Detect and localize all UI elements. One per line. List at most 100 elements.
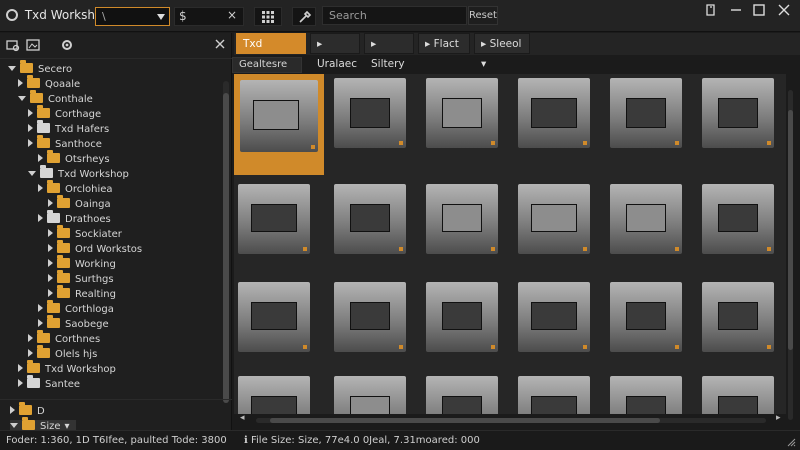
tree-item[interactable]: Conthale: [18, 90, 93, 108]
tree-item[interactable]: Secero: [8, 60, 72, 78]
resize-grip-icon[interactable]: [786, 437, 796, 447]
texture-thumbnail[interactable]: [330, 180, 410, 257]
texture-thumbnail[interactable]: [234, 278, 314, 355]
path-combo[interactable]: \: [95, 7, 170, 26]
expand-icon[interactable]: [18, 379, 23, 387]
texture-thumbnail[interactable]: [698, 74, 778, 151]
gear-icon[interactable]: [60, 38, 74, 52]
collapse-icon[interactable]: [18, 96, 26, 101]
model-shape: [718, 396, 758, 414]
tree-item[interactable]: Orclohiea: [38, 180, 113, 198]
tab-txd-workshop[interactable]: Txd Workshop: [236, 33, 306, 70]
texture-thumbnail[interactable]: [234, 180, 314, 257]
texture-thumbnail[interactable]: [606, 278, 686, 355]
tree-scrollbar-thumb[interactable]: [223, 93, 229, 403]
collapse-icon[interactable]: [28, 171, 36, 176]
scroll-right-icon[interactable]: ▸: [776, 413, 781, 423]
expand-icon[interactable]: [48, 244, 53, 252]
grid-hscroll-thumb[interactable]: [270, 418, 660, 423]
texture-thumbnail[interactable]: [698, 180, 778, 257]
texture-thumbnail[interactable]: [234, 74, 324, 175]
tree-item[interactable]: Qoaale: [18, 75, 80, 93]
scroll-left-icon[interactable]: ◂: [240, 413, 245, 423]
panel-close-icon[interactable]: [214, 38, 228, 52]
texture-thumbnail[interactable]: [514, 180, 594, 257]
minimize-icon[interactable]: [729, 3, 743, 17]
expand-icon[interactable]: [48, 199, 53, 207]
texture-thumbnail[interactable]: [698, 372, 778, 414]
tab-sleeol[interactable]: ▸ Sleeol ▾: [474, 33, 530, 70]
texture-thumbnail[interactable]: [514, 74, 594, 151]
search-input[interactable]: Search: [322, 6, 467, 25]
expand-icon: [10, 406, 15, 414]
grid-hscrollbar[interactable]: ◂ ▸: [240, 413, 786, 424]
image-icon[interactable]: [26, 38, 40, 52]
expand-icon[interactable]: [18, 79, 23, 87]
document-folder-icon: [27, 375, 40, 388]
expand-icon[interactable]: [38, 154, 43, 162]
thumbnail-badge: [767, 141, 771, 145]
tree-item[interactable]: Olels hjs: [28, 345, 97, 363]
tree-item[interactable]: Santhoce: [28, 135, 102, 153]
expand-icon[interactable]: [38, 214, 43, 222]
tree-item[interactable]: Otsrheys: [38, 150, 110, 168]
collapse-icon[interactable]: [8, 66, 16, 71]
tab-siltery[interactable]: ▸ Siltery: [364, 33, 414, 70]
tree-item[interactable]: Santee: [18, 375, 80, 393]
tab-uralaec[interactable]: ▸ Uralaec: [310, 33, 360, 70]
texture-thumbnail[interactable]: [698, 278, 778, 355]
clear-icon[interactable]: ×: [227, 8, 237, 22]
texture-thumbnail[interactable]: [514, 278, 594, 355]
expand-icon[interactable]: [38, 319, 43, 327]
expand-icon[interactable]: [28, 334, 33, 342]
texture-thumbnail[interactable]: [422, 278, 502, 355]
tree-scrollbar[interactable]: [223, 81, 229, 403]
model-shape: [626, 396, 666, 414]
texture-thumbnail[interactable]: [234, 372, 314, 414]
folder-icon: [57, 270, 70, 283]
texture-thumbnail[interactable]: [330, 372, 410, 414]
tree-item[interactable]: Drathoes: [38, 210, 111, 228]
texture-thumbnail[interactable]: [422, 74, 502, 151]
expand-icon[interactable]: [28, 139, 33, 147]
expand-icon[interactable]: [48, 274, 53, 282]
model-shape: [350, 396, 390, 414]
filter-box[interactable]: $ ×: [174, 7, 244, 26]
expand-icon[interactable]: [38, 184, 43, 192]
close-icon[interactable]: [777, 3, 791, 17]
tree-item[interactable]: Oainga: [48, 195, 111, 213]
pin-icon[interactable]: [704, 3, 718, 17]
maximize-icon[interactable]: [752, 3, 766, 17]
expand-icon[interactable]: [28, 109, 33, 117]
texture-thumbnail[interactable]: [422, 372, 502, 414]
bottom-item-label: D: [37, 406, 45, 417]
tools-button[interactable]: [292, 7, 316, 26]
texture-thumbnail[interactable]: [606, 74, 686, 151]
folder-search-icon[interactable]: [6, 38, 20, 52]
expand-icon[interactable]: [48, 259, 53, 267]
expand-icon[interactable]: [18, 364, 23, 372]
texture-thumbnail[interactable]: [330, 278, 410, 355]
tab-flact[interactable]: ▸ Flact: [418, 33, 470, 54]
expand-icon[interactable]: [28, 124, 33, 132]
subtab-gealtesre[interactable]: Gealtesre: [232, 57, 302, 73]
tree-item[interactable]: Txd Workshop: [28, 165, 129, 183]
expand-icon[interactable]: [28, 349, 33, 357]
expand-icon[interactable]: [48, 229, 53, 237]
folder-icon: [22, 417, 35, 430]
expand-icon[interactable]: [38, 304, 43, 312]
texture-thumbnail[interactable]: [606, 180, 686, 257]
texture-thumbnail[interactable]: [606, 372, 686, 414]
tree-item-label: Otsrheys: [65, 154, 110, 165]
grid-vscroll-thumb[interactable]: [788, 110, 793, 350]
expand-icon[interactable]: [48, 289, 53, 297]
grid-view-button[interactable]: [254, 7, 282, 26]
grid-vscrollbar[interactable]: [788, 90, 793, 420]
reset-button[interactable]: Reset: [468, 6, 498, 25]
texture-thumbnail[interactable]: [514, 372, 594, 414]
tree-item[interactable]: Saobege: [38, 315, 109, 333]
tree-item[interactable]: Realting: [48, 285, 116, 303]
model-shape: [718, 98, 758, 128]
texture-thumbnail[interactable]: [422, 180, 502, 257]
texture-thumbnail[interactable]: [330, 74, 410, 151]
